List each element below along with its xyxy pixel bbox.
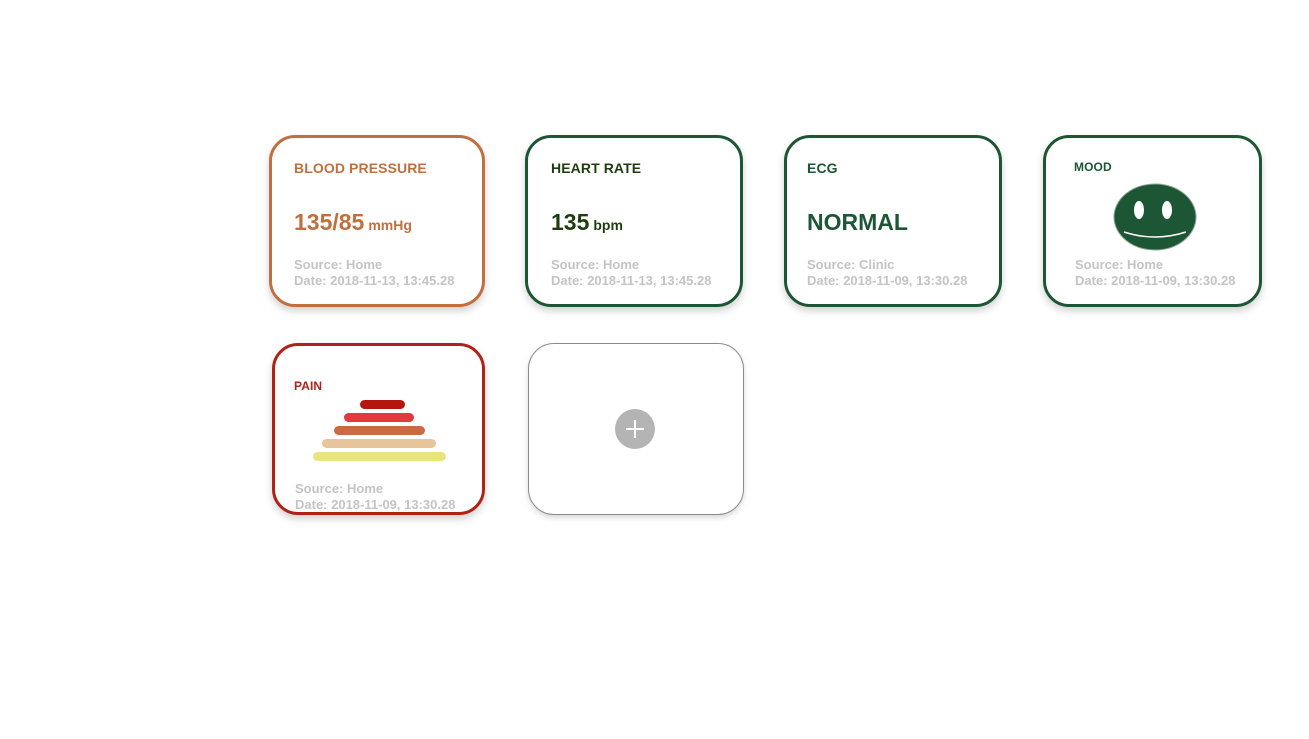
pain-level-3-bar [334,426,425,435]
card-meta: Source: Home Date: 2018-11-09, 13:30.28 [295,481,455,513]
card-source: Source: Home [1075,257,1164,272]
plus-icon[interactable] [615,409,655,449]
blood-pressure-unit: mmHg [368,217,412,233]
card-date: Date: 2018-11-09, 13:30.28 [807,273,968,288]
card-source: Source: Home [294,257,383,272]
card-date: Date: 2018-11-13, 13:45.28 [294,273,455,288]
card-title: BLOOD PRESSURE [294,160,427,176]
blood-pressure-value: 135/85 [294,209,365,235]
card-date: Date: 2018-11-09, 13:30.28 [1075,273,1236,288]
heart-rate-unit: bpm [593,217,623,233]
card-title: MOOD [1074,160,1112,174]
card-title: HEART RATE [551,160,642,176]
smiley-face-icon [1112,182,1198,252]
pain-level-5-bar [360,400,405,409]
card-source: Source: Home [295,481,384,496]
card-meta: Source: Home Date: 2018-11-09, 13:30.28 [1075,257,1235,289]
pain-level-1-bar [313,452,446,461]
card-meta: Source: Clinic Date: 2018-11-09, 13:30.2… [807,257,967,289]
pain-level-2-bar [322,439,436,448]
card-value: 135 bpm [551,209,623,236]
pain-level-4-bar [344,413,414,422]
card-value: 135/85 mmHg [294,209,412,236]
ecg-value: NORMAL [807,209,908,235]
card-meta: Source: Home Date: 2018-11-13, 13:45.28 [551,257,711,289]
card-date: Date: 2018-11-13, 13:45.28 [551,273,712,288]
card-title: ECG [807,160,838,176]
card-date: Date: 2018-11-09, 13:30.28 [295,497,456,512]
card-meta: Source: Home Date: 2018-11-13, 13:45.28 [294,257,454,289]
heart-rate-card[interactable]: HEART RATE 135 bpm Source: Home Date: 201… [525,135,743,307]
blood-pressure-card[interactable]: BLOOD PRESSURE 135/85 mmHg Source: Home D… [269,135,485,307]
ecg-card[interactable]: ECG NORMAL Source: Clinic Date: 2018-11-… [784,135,1002,307]
mood-card[interactable]: MOOD Source: Home Date: 2018-11-09, 13:3… [1043,135,1262,307]
heart-rate-value: 135 [551,209,590,235]
card-source: Source: Home [551,257,640,272]
pain-card[interactable]: PAIN Source: Home Date: 2018-11-09, 13:3… [272,343,485,515]
card-value: NORMAL [807,209,908,236]
card-source: Source: Clinic [807,257,895,272]
add-card-button[interactable] [528,343,744,515]
